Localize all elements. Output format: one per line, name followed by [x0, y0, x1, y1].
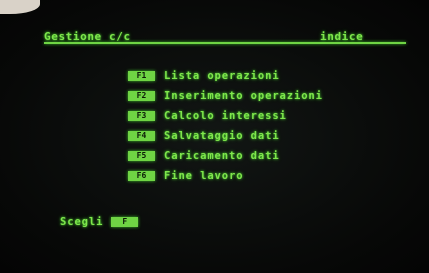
menu-item-salvataggio-dati[interactable]: F4 Salvataggio dati	[128, 126, 323, 146]
prompt-label: Scegli	[60, 216, 104, 228]
menu-item-fine-lavoro[interactable]: F6 Fine lavoro	[128, 166, 323, 186]
menu-item-inserimento-operazioni[interactable]: F2 Inserimento operazioni	[128, 86, 323, 106]
main-menu: F1 Lista operazioni F2 Inserimento opera…	[128, 66, 323, 186]
menu-item-label: Inserimento operazioni	[164, 90, 323, 102]
function-key-badge[interactable]: F3	[128, 111, 155, 121]
function-key-badge[interactable]: F2	[128, 91, 155, 101]
choice-prompt: Scegli F	[60, 216, 139, 228]
menu-item-label: Salvataggio dati	[164, 130, 280, 142]
menu-item-calcolo-interessi[interactable]: F3 Calcolo interessi	[128, 106, 323, 126]
function-key-badge[interactable]: F4	[128, 131, 155, 141]
menu-item-caricamento-dati[interactable]: F5 Caricamento dati	[128, 146, 323, 166]
menu-item-lista-operazioni[interactable]: F1 Lista operazioni	[128, 66, 323, 86]
menu-item-label: Caricamento dati	[164, 150, 280, 162]
function-key-badge[interactable]: F6	[128, 171, 155, 181]
header-underline	[44, 42, 406, 44]
function-key-badge[interactable]: F1	[128, 71, 155, 81]
input-cursor[interactable]: F	[111, 217, 139, 227]
function-key-badge[interactable]: F5	[128, 151, 155, 161]
menu-item-label: Calcolo interessi	[164, 110, 287, 122]
menu-item-label: Lista operazioni	[164, 70, 280, 82]
terminal-screen: Gestione c/c indice F1 Lista operazioni …	[0, 0, 429, 273]
menu-item-label: Fine lavoro	[164, 170, 244, 182]
